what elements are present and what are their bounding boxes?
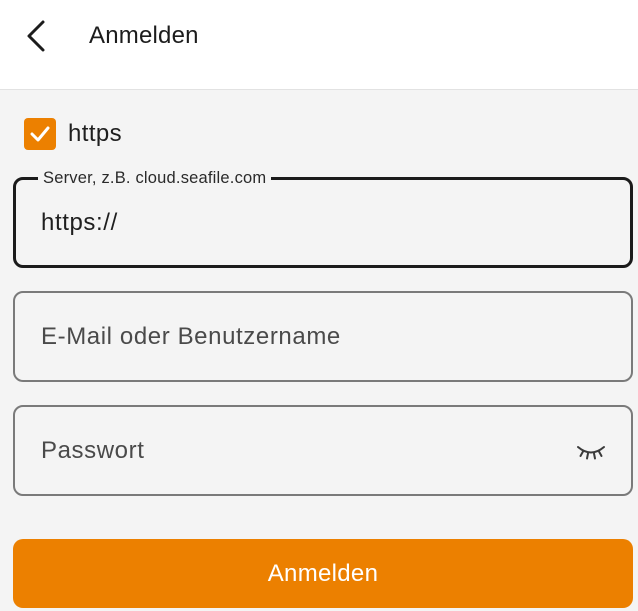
app-bar: Anmelden <box>0 0 638 90</box>
back-button[interactable] <box>14 14 58 58</box>
password-visibility-toggle[interactable] <box>573 434 609 470</box>
page-title: Anmelden <box>89 22 199 49</box>
password-field[interactable] <box>13 405 633 496</box>
https-label: https <box>68 120 123 147</box>
server-field[interactable]: Server, z.B. cloud.seafile.com <box>13 168 633 268</box>
eye-closed-icon <box>577 446 605 460</box>
https-checkbox-row[interactable]: https <box>24 117 122 151</box>
username-field[interactable] <box>13 291 633 382</box>
chevron-left-icon <box>27 20 45 52</box>
password-input[interactable] <box>41 407 571 494</box>
checkmark-icon <box>30 126 50 142</box>
https-checkbox[interactable] <box>24 118 56 150</box>
server-input[interactable] <box>41 180 570 265</box>
username-input[interactable] <box>41 293 571 380</box>
login-button[interactable]: Anmelden <box>13 539 633 608</box>
